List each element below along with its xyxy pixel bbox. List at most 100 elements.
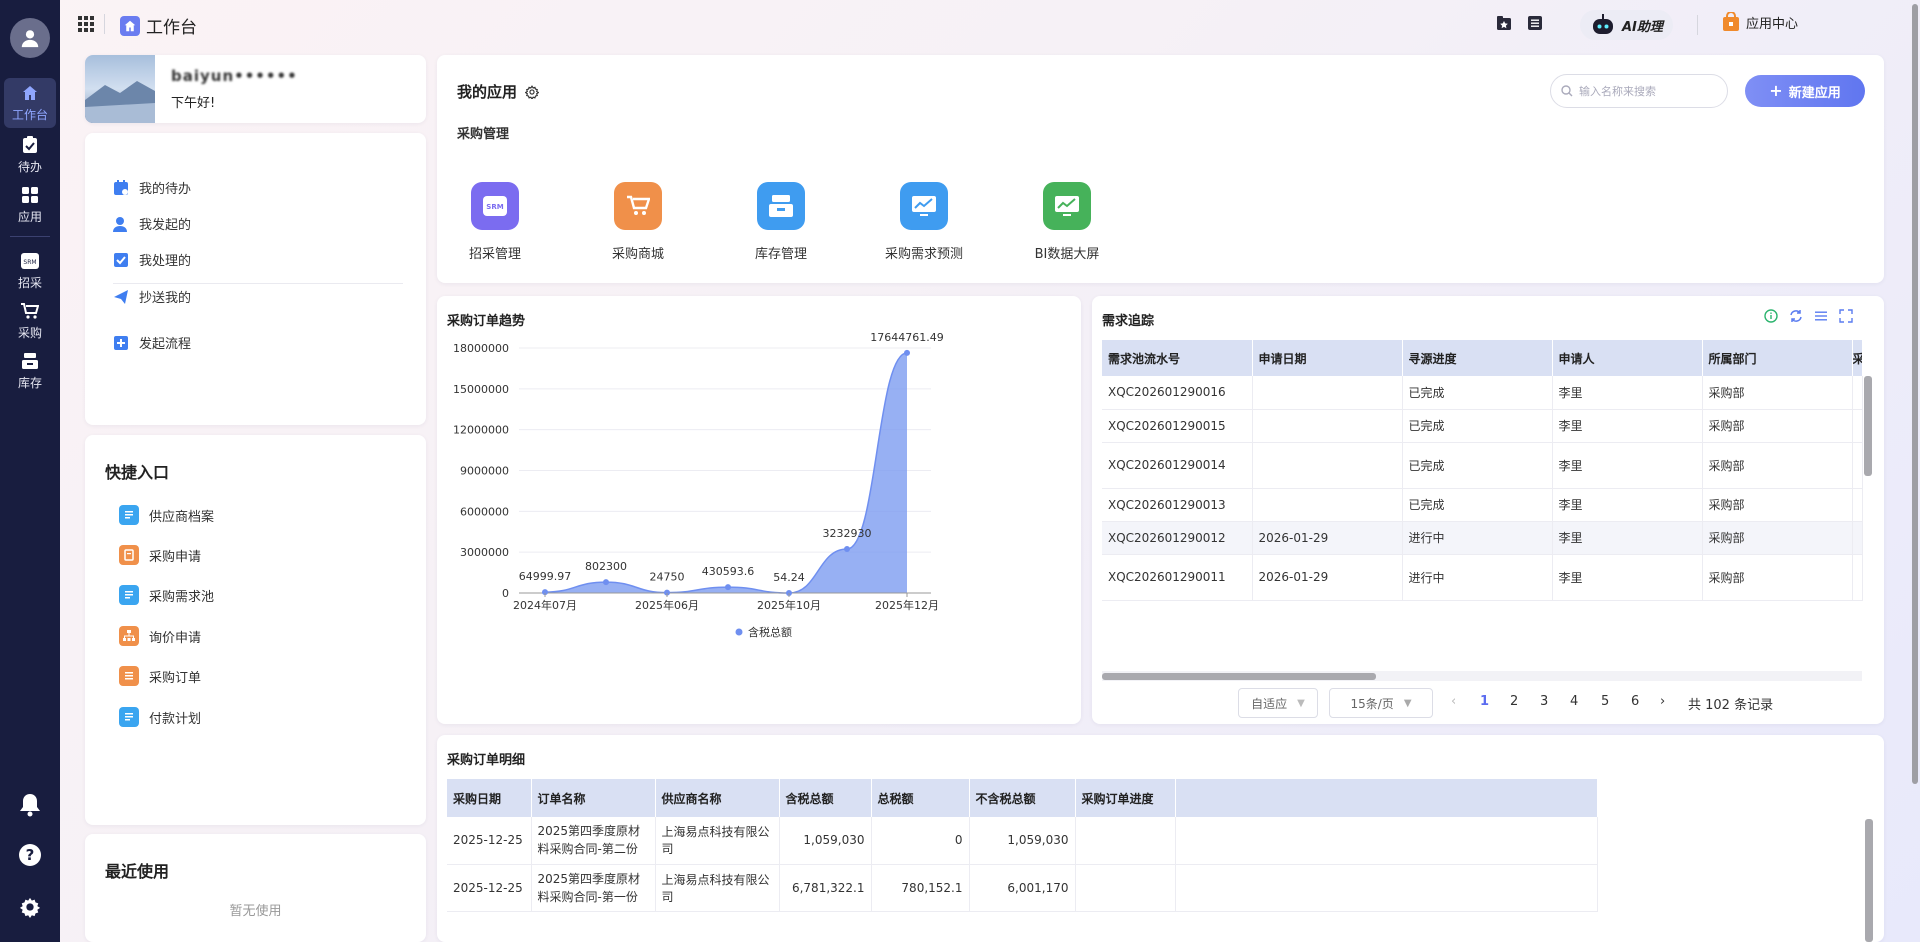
page-scrollbar-thumb[interactable]: [1912, 4, 1918, 784]
page-2[interactable]: 2: [1510, 694, 1518, 709]
ai-assistant-button[interactable]: AI助理: [1580, 10, 1673, 40]
horizontal-scrollbar-track[interactable]: [1102, 671, 1862, 681]
x-tick-label: 2025年12月: [875, 598, 939, 612]
column-header[interactable]: 订单名称: [531, 779, 656, 817]
column-header[interactable]: 供应商名称: [655, 779, 780, 817]
quick-item-supplier[interactable]: 供应商档案: [119, 505, 214, 525]
rail-item-apps[interactable]: 应用: [4, 180, 56, 230]
page-3[interactable]: 3: [1540, 694, 1548, 709]
table-cell: 已完成: [1402, 409, 1553, 443]
cart-icon: [614, 182, 662, 230]
apps-grid-icon: [22, 185, 38, 205]
table-row[interactable]: XQC202601290015 已完成 李里 采购部: [1102, 409, 1863, 443]
app-tile-mall[interactable]: 采购商城: [568, 182, 708, 262]
recent-empty-text: 暂无使用: [229, 904, 282, 919]
rail-item-purchase[interactable]: 采购: [4, 296, 56, 346]
column-header[interactable]: 采购订单进度: [1075, 779, 1176, 817]
app-tile-forecast[interactable]: 采购需求预测: [854, 182, 994, 262]
fullscreen-icon[interactable]: [1839, 309, 1855, 325]
vertical-scrollbar-thumb[interactable]: [1865, 819, 1873, 942]
todo-item-processed[interactable]: 我处理的: [113, 250, 191, 269]
table-cell: XQC202601290012: [1102, 521, 1253, 555]
column-header[interactable]: 含税总额: [779, 779, 872, 817]
line-chart-monitor-icon: [900, 182, 948, 230]
table-row[interactable]: XQC202601290016 已完成 李里 采购部: [1102, 376, 1863, 410]
todo-item-initiated[interactable]: 我发起的: [113, 214, 191, 233]
prev-page-icon[interactable]: ‹: [1451, 694, 1456, 709]
srm-icon: SRM: [471, 182, 519, 230]
table-row[interactable]: XQC202601290014 已完成 李里 采购部: [1102, 442, 1863, 489]
quick-label: 询价申请: [149, 630, 202, 646]
column-header[interactable]: 需求池流水号: [1102, 340, 1253, 376]
column-header[interactable]: 采购日期: [447, 779, 532, 817]
refresh-icon[interactable]: [1789, 309, 1805, 325]
app-search-box[interactable]: [1550, 74, 1728, 108]
table-cell: [1075, 817, 1176, 865]
todo-item-start-process[interactable]: 发起流程: [113, 333, 191, 352]
todo-item-my-tasks[interactable]: 我的待办: [113, 178, 191, 197]
column-header[interactable]: 所属部门: [1702, 340, 1853, 376]
rail-item-label: 待办: [17, 160, 42, 174]
table-row[interactable]: 2025-12-25 2025第四季度原材料采购合同-第一份 上海易点科技有限公司 6…: [447, 864, 1598, 912]
favorites-box-icon[interactable]: [1496, 15, 1514, 33]
quick-item-purchase-request[interactable]: 采购申请: [119, 545, 201, 565]
column-header[interactable]: 申请人: [1552, 340, 1703, 376]
rail-item-workbench[interactable]: 工作台: [4, 78, 56, 128]
quick-item-inquiry[interactable]: 询价申请: [119, 626, 201, 646]
notes-list-icon[interactable]: [1527, 15, 1545, 33]
workbench-tab[interactable]: 工作台: [120, 13, 197, 38]
table-row[interactable]: XQC202601290011 2026-01-29 进行中 李里 采购部: [1102, 554, 1863, 601]
next-page-icon[interactable]: ›: [1660, 694, 1665, 709]
bell-icon[interactable]: [15, 790, 45, 820]
page-5[interactable]: 5: [1601, 694, 1609, 709]
todo-item-cc[interactable]: 抄送我的: [113, 287, 191, 306]
rail-item-todo[interactable]: 待办: [4, 130, 56, 180]
recent-title: 最近使用: [105, 862, 170, 881]
table-cell: 进行中: [1402, 554, 1553, 601]
table-cell: 采购部: [1702, 554, 1853, 601]
column-header[interactable]: 寻源进度: [1402, 340, 1553, 376]
table-row[interactable]: XQC202601290013 已完成 李里 采购部: [1102, 488, 1863, 522]
column-header[interactable]: 不含税总额: [969, 779, 1076, 817]
column-header[interactable]: 申请日期: [1252, 340, 1403, 376]
app-tile-bi[interactable]: BI数据大屏: [997, 182, 1137, 262]
app-launcher-icon[interactable]: [78, 16, 94, 32]
vertical-scrollbar-thumb[interactable]: [1864, 376, 1872, 476]
rail-item-sourcing[interactable]: SRM 招采: [4, 246, 56, 296]
page-size-select[interactable]: 15条/页 ▼: [1329, 688, 1433, 718]
user-avatar[interactable]: [10, 18, 50, 58]
table-row[interactable]: 2025-12-25 2025第四季度原材料采购合同-第二份 上海易点科技有限公司 1…: [447, 817, 1598, 865]
table-cell-filler: [1175, 864, 1598, 912]
help-icon[interactable]: ?: [15, 840, 45, 870]
info-icon[interactable]: [1764, 309, 1780, 325]
page-6[interactable]: 6: [1631, 694, 1639, 709]
total-records: 共 102 条记录: [1688, 698, 1774, 713]
quick-label: 采购需求池: [149, 589, 215, 605]
settings-gear-icon[interactable]: [15, 892, 45, 922]
new-app-button[interactable]: + 新建应用: [1745, 75, 1865, 107]
svg-text:?: ?: [26, 846, 35, 864]
table-cell: 采购部: [1702, 409, 1853, 443]
robot-icon: [1593, 14, 1613, 34]
quick-item-demand-pool[interactable]: 采购需求池: [119, 585, 214, 605]
rail-item-inventory[interactable]: 库存: [4, 346, 56, 396]
column-header[interactable]: 采: [1852, 340, 1863, 376]
quick-item-purchase-order[interactable]: 采购订单: [119, 666, 201, 686]
app-tile-inventory[interactable]: 库存管理: [711, 182, 851, 262]
table-row[interactable]: XQC202601290012 2026-01-29 进行中 李里 采购部: [1102, 521, 1863, 555]
page-1[interactable]: 1: [1480, 694, 1489, 709]
app-center-button[interactable]: 应用中心: [1722, 12, 1798, 32]
horizontal-scrollbar-thumb[interactable]: [1102, 673, 1376, 680]
app-search-input[interactable]: [1579, 84, 1709, 98]
rail-item-label: 工作台: [11, 108, 48, 122]
page-4[interactable]: 4: [1570, 694, 1578, 709]
inventory-icon: [757, 182, 805, 230]
fit-select[interactable]: 自适应 ▼: [1238, 688, 1318, 718]
app-tile-sourcing[interactable]: SRM 招采管理: [425, 182, 565, 262]
quick-item-payment-plan[interactable]: 付款计划: [119, 707, 201, 727]
column-header[interactable]: 总税额: [871, 779, 970, 817]
table-cell: [1252, 376, 1403, 410]
table-cell: 2025-12-25: [447, 817, 532, 865]
menu-icon[interactable]: [1814, 309, 1830, 325]
settings-gear-icon[interactable]: [525, 84, 540, 99]
